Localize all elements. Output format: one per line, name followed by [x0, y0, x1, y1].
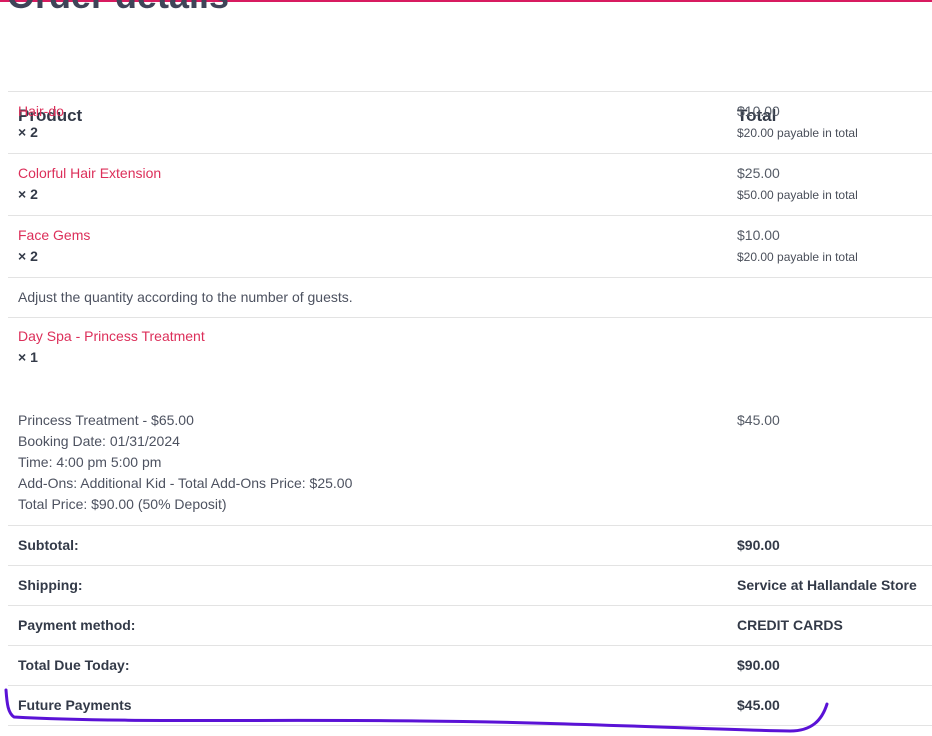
totals-row-subtotal: Subtotal: $90.00: [8, 526, 932, 566]
shipping-label: Shipping:: [18, 577, 83, 593]
totals-row-payment-method: Payment method: CREDIT CARDS: [8, 606, 932, 646]
product-payable-total: $20.00 payable in total: [737, 250, 858, 264]
product-link-face-gems[interactable]: Face Gems: [18, 225, 90, 246]
table-row-hairdo: Hair-do × 2 $10.00 $20.00 payable in tot…: [8, 92, 932, 154]
product-link-colorful-hair-extension[interactable]: Colorful Hair Extension: [18, 163, 161, 184]
total-due-today-value: $90.00: [737, 657, 780, 673]
product-quantity: × 1: [18, 349, 38, 365]
product-name[interactable]: Day Spa - Princess Treatment: [18, 328, 205, 344]
product-payable-total: $50.00 payable in total: [737, 188, 858, 202]
product-payable-total: $20.00 payable in total: [737, 126, 858, 140]
subtotal-value: $90.00: [737, 537, 780, 553]
product-price: $10.00: [737, 227, 780, 243]
booking-detail-line: Booking Date: 01/31/2024: [18, 433, 180, 449]
page-title: Order details: [7, 0, 229, 18]
payment-method-label: Payment method:: [18, 617, 136, 633]
product-price: $10.00: [737, 103, 780, 119]
product-price: $25.00: [737, 165, 780, 181]
total-due-today-label: Total Due Today:: [18, 657, 130, 673]
guest-quantity-note-row: Adjust the quantity according to the num…: [8, 278, 932, 318]
totals-row-shipping: Shipping: Service at Hallandale Store: [8, 566, 932, 606]
booking-detail-line: Princess Treatment - $65.00: [18, 412, 194, 428]
product-link-day-spa[interactable]: Day Spa - Princess Treatment: [18, 326, 205, 347]
booking-detail-line: Time: 4:00 pm 5:00 pm: [18, 454, 162, 470]
product-quantity: × 2: [18, 248, 38, 264]
totals-row-future-payments: Future Payments $45.00: [8, 686, 932, 726]
payment-method-value: CREDIT CARDS: [737, 617, 843, 633]
product-quantity: × 2: [18, 186, 38, 202]
booking-detail-line: Total Price: $90.00 (50% Deposit): [18, 496, 227, 512]
table-header-row: Product Total: [8, 48, 932, 125]
future-payments-value: $45.00: [737, 697, 780, 713]
subtotal-label: Subtotal:: [18, 537, 79, 553]
product-name[interactable]: Hair-do: [18, 103, 64, 119]
booking-detail-line: Add-Ons: Additional Kid - Total Add-Ons …: [18, 475, 353, 491]
table-row-day-spa: Day Spa - Princess Treatment × 1 Princes…: [8, 318, 932, 526]
table-row-face-gems: Face Gems × 2 $10.00 $20.00 payable in t…: [8, 216, 932, 278]
shipping-value: Service at Hallandale Store: [737, 577, 917, 593]
guest-quantity-note: Adjust the quantity according to the num…: [18, 289, 353, 305]
product-name[interactable]: Face Gems: [18, 227, 90, 243]
product-link-hairdo[interactable]: Hair-do: [18, 101, 64, 122]
product-quantity: × 2: [18, 124, 38, 140]
product-name[interactable]: Colorful Hair Extension: [18, 165, 161, 181]
totals-row-total-due-today: Total Due Today: $90.00: [8, 646, 932, 686]
table-row-colorful-hair-extension: Colorful Hair Extension × 2 $25.00 $50.0…: [8, 154, 932, 216]
booking-price: $45.00: [737, 412, 780, 428]
future-payments-label: Future Payments: [18, 697, 132, 713]
